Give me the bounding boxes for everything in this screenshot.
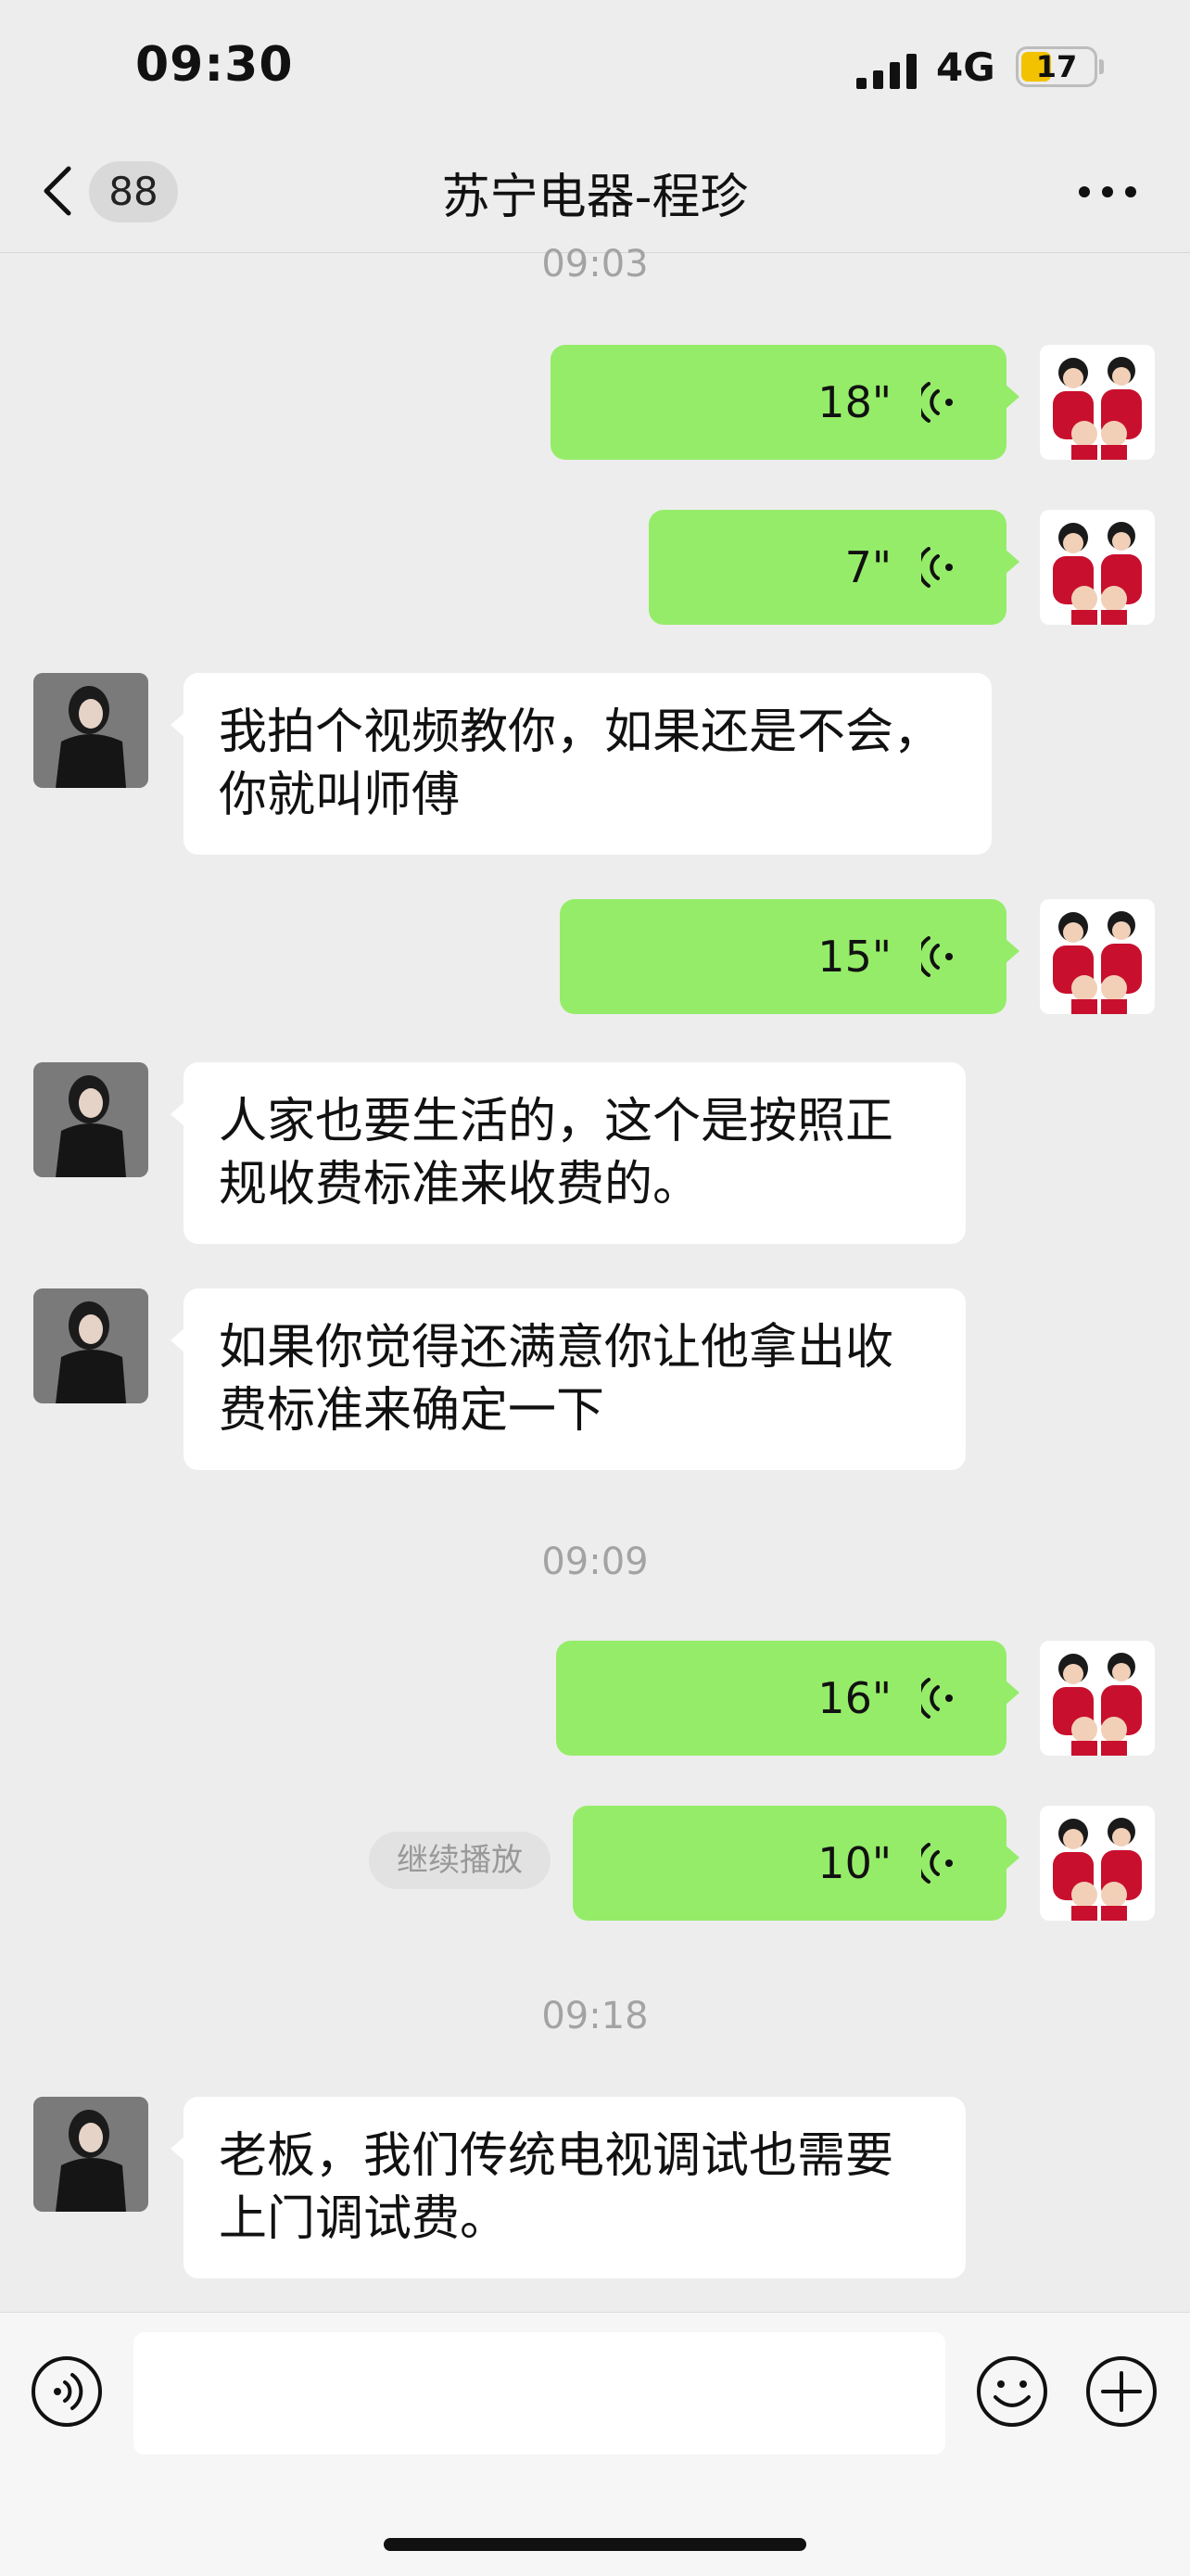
network-type: 4G xyxy=(936,44,995,90)
timestamp: 09:09 xyxy=(541,1541,649,1583)
my-avatar[interactable] xyxy=(1040,1806,1155,1921)
plus-icon[interactable] xyxy=(1084,2354,1158,2429)
voice-wave-icon xyxy=(921,382,953,423)
voice-message[interactable]: 7" xyxy=(649,510,1019,625)
message-line: 如果你觉得还满意你让他拿出收 xyxy=(219,1320,894,1376)
battery-level: 17 xyxy=(1035,49,1078,84)
timestamp: 09:18 xyxy=(541,1995,649,2037)
signal-icon xyxy=(856,54,917,89)
continue-play-label[interactable]: 继续播放 xyxy=(369,1832,551,1889)
voice-message[interactable]: 18" xyxy=(551,345,1019,460)
message-line: 老板，我们传统电视调试也需要 xyxy=(219,2128,894,2184)
voice-wave-icon xyxy=(921,936,953,977)
message-line: 我拍个视频教你，如果还是不会， xyxy=(219,704,943,760)
voice-wave-icon xyxy=(921,547,953,588)
contact-avatar[interactable] xyxy=(33,1062,148,1177)
message-line: 规收费标准来收费的。 xyxy=(219,1157,702,1212)
my-avatar[interactable] xyxy=(1040,899,1155,1014)
contact-avatar[interactable] xyxy=(33,673,148,788)
voice-message[interactable]: 10" xyxy=(573,1806,1019,1921)
my-avatar[interactable] xyxy=(1040,1641,1155,1756)
voice-duration: 15" xyxy=(817,932,892,982)
timestamp: 09:03 xyxy=(541,243,649,286)
contact-avatar[interactable] xyxy=(33,1288,148,1403)
voice-toggle-icon[interactable] xyxy=(30,2354,104,2429)
voice-duration: 18" xyxy=(817,377,892,427)
emoji-icon[interactable] xyxy=(975,2354,1049,2429)
message-line: 你就叫师傅 xyxy=(219,768,461,823)
voice-duration: 7" xyxy=(844,542,892,592)
message-line: 上门调试费。 xyxy=(219,2191,509,2247)
battery-tip xyxy=(1099,59,1104,74)
voice-duration: 10" xyxy=(817,1838,892,1888)
chat-title: 苏宁电器-程珍 xyxy=(441,170,749,225)
text-message[interactable]: 老板，我们传统电视调试也需要 上门调试费。 xyxy=(171,2097,966,2278)
text-message[interactable]: 如果你觉得还满意你让他拿出收 费标准来确定一下 xyxy=(171,1288,966,1470)
text-message[interactable]: 我拍个视频教你，如果还是不会， 你就叫师傅 xyxy=(171,673,992,855)
message-line: 人家也要生活的，这个是按照正 xyxy=(219,1094,894,1149)
voice-message[interactable]: 15" xyxy=(560,899,1019,1014)
voice-wave-icon xyxy=(921,1843,953,1884)
home-indicator[interactable] xyxy=(384,2538,806,2551)
voice-wave-icon xyxy=(921,1678,953,1719)
message-line: 费标准来确定一下 xyxy=(219,1383,605,1439)
text-message[interactable]: 人家也要生活的，这个是按照正 规收费标准来收费的。 xyxy=(171,1062,966,1244)
my-avatar[interactable] xyxy=(1040,345,1155,460)
message-input[interactable] xyxy=(133,2332,945,2455)
battery-icon: 17 xyxy=(1016,46,1097,87)
contact-avatar[interactable] xyxy=(33,2097,148,2212)
voice-duration: 16" xyxy=(817,1673,892,1723)
voice-message[interactable]: 16" xyxy=(556,1641,1019,1756)
status-time: 09:30 xyxy=(135,37,294,93)
more-icon[interactable] xyxy=(1075,182,1140,202)
my-avatar[interactable] xyxy=(1040,510,1155,625)
